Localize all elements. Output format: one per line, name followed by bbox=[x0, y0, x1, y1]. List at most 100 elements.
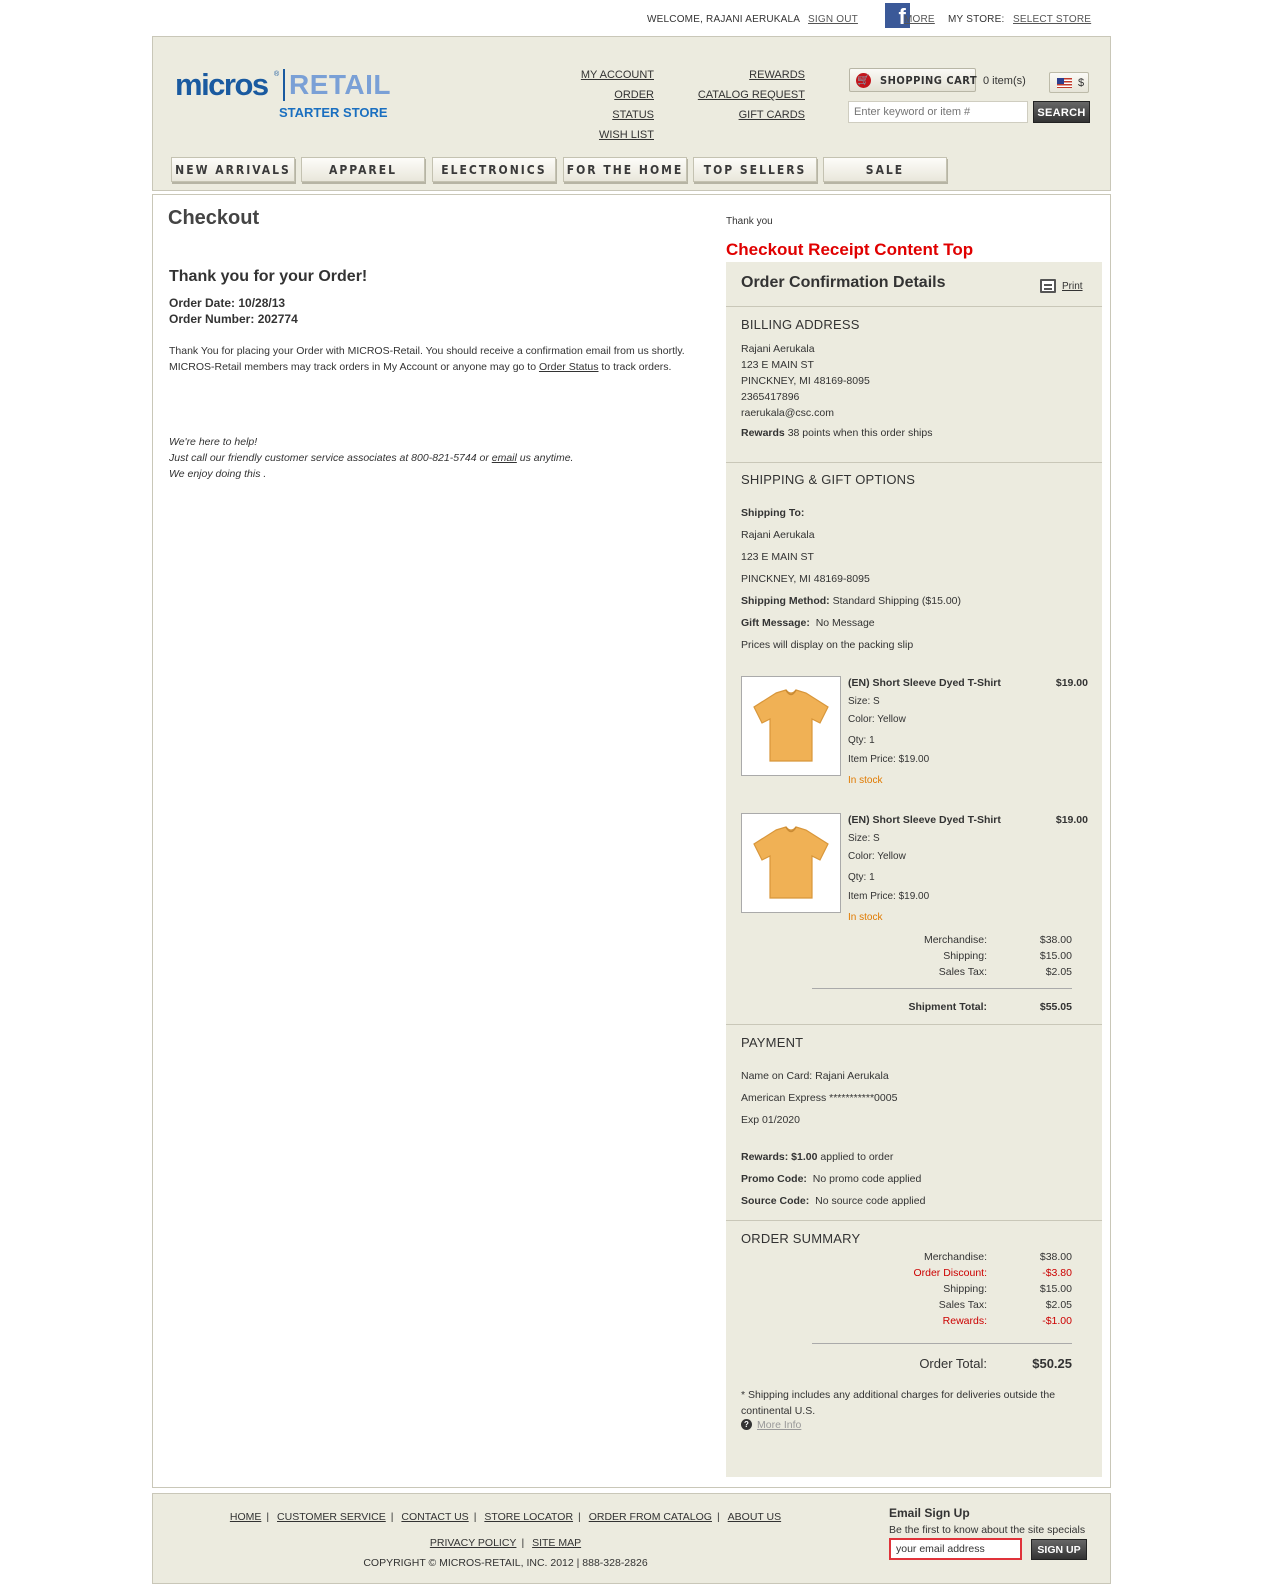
summary-shipping-value: $15.00 bbox=[1039, 1283, 1072, 1295]
divider bbox=[726, 462, 1102, 463]
email-signup-input[interactable] bbox=[889, 1538, 1022, 1560]
shipping-street: 123 E MAIN ST bbox=[741, 551, 814, 563]
source-code-value: No source code applied bbox=[815, 1195, 926, 1207]
summary-tax-label: Sales Tax: bbox=[938, 1299, 987, 1311]
prices-note: Prices will display on the packing slip bbox=[741, 639, 914, 651]
source-code: Source Code: No source code applied bbox=[741, 1195, 925, 1207]
currency-selector[interactable]: $ bbox=[1049, 72, 1089, 93]
footer-link-contact-us[interactable]: CONTACT US bbox=[401, 1511, 468, 1523]
summary-rewards-label: Rewards: bbox=[942, 1315, 987, 1327]
shipment-shipping-label: Shipping: bbox=[943, 950, 987, 962]
sign-up-button[interactable]: SIGN UP bbox=[1031, 1539, 1087, 1560]
gift-message-label: Gift Message: bbox=[741, 617, 810, 629]
divider bbox=[726, 306, 1102, 307]
order-status-link[interactable]: ORDER STATUS bbox=[578, 85, 654, 125]
card-expiry: Exp 01/2020 bbox=[741, 1114, 800, 1126]
cart-item-count: 0 item(s) bbox=[983, 75, 1026, 87]
payment-rewards-label: Rewards: $1.00 bbox=[741, 1151, 818, 1163]
order-confirmation-title: Order Confirmation Details bbox=[741, 274, 946, 291]
nav-tab-for-the-home[interactable]: FOR THE HOME bbox=[563, 157, 687, 182]
divider bbox=[726, 1220, 1102, 1221]
nav-tab-apparel[interactable]: APPAREL bbox=[301, 157, 425, 182]
rewards-link[interactable]: REWARDS bbox=[693, 65, 805, 85]
tshirt-product-image[interactable] bbox=[741, 676, 841, 776]
promo-code-label: Promo Code: bbox=[741, 1173, 807, 1185]
footer-link-privacy-policy[interactable]: PRIVACY POLICY bbox=[430, 1537, 517, 1549]
gift-cards-link[interactable]: GIFT CARDS bbox=[693, 105, 805, 125]
billing-street: 123 E MAIN ST bbox=[741, 359, 814, 371]
logo-micros: micros bbox=[175, 67, 269, 102]
total-divider bbox=[812, 988, 1072, 989]
billing-rewards: Rewards 38 points when this order ships bbox=[741, 427, 932, 439]
search-button[interactable]: SEARCH bbox=[1033, 101, 1090, 123]
item-color: Color: Yellow bbox=[848, 714, 906, 725]
shopping-cart-label: SHOPPING CART bbox=[880, 74, 978, 87]
item-unit-price: Item Price: $19.00 bbox=[848, 754, 930, 765]
help-line-2-post: us anytime. bbox=[516, 452, 574, 464]
order-total-value: $50.25 bbox=[1032, 1356, 1072, 1371]
email-signup-title: Email Sign Up bbox=[889, 1506, 970, 1520]
tshirt-product-image[interactable] bbox=[741, 813, 841, 913]
shipment-merch-value: $38.00 bbox=[1039, 934, 1072, 946]
shipping-note: * Shipping includes any additional charg… bbox=[741, 1389, 1056, 1417]
logo-retail: RETAIL bbox=[289, 69, 392, 100]
promo-code: Promo Code: No promo code applied bbox=[741, 1173, 921, 1185]
footer-link-store-locator[interactable]: STORE LOCATOR bbox=[484, 1511, 573, 1523]
order-date-label: Order Date: bbox=[169, 296, 236, 310]
shipment-merch-label: Merchandise: bbox=[923, 934, 987, 946]
shipping-city: PINCKNEY, MI 48169-8095 bbox=[741, 573, 870, 585]
name-on-card: Name on Card: Rajani Aerukala bbox=[741, 1070, 889, 1082]
wish-list-link[interactable]: WISH LIST bbox=[578, 125, 654, 145]
footer-link-home[interactable]: HOME bbox=[230, 1511, 262, 1523]
order-total-label: Order Total: bbox=[919, 1356, 987, 1371]
billing-phone: 2365417896 bbox=[741, 391, 800, 403]
order-status-inline-link[interactable]: Order Status bbox=[539, 361, 599, 373]
my-account-link[interactable]: MY ACCOUNT bbox=[578, 65, 654, 85]
footer-link-customer-service[interactable]: CUSTOMER SERVICE bbox=[277, 1511, 386, 1523]
payment-rewards-text: applied to order bbox=[820, 1151, 894, 1163]
gift-message-value: No Message bbox=[815, 617, 875, 629]
select-store-link[interactable]: SELECT STORE bbox=[1013, 14, 1091, 25]
divider bbox=[726, 1024, 1102, 1025]
shipping-gift-heading: SHIPPING & GIFT OPTIONS bbox=[741, 472, 916, 487]
gift-message: Gift Message: No Message bbox=[741, 617, 875, 629]
help-line-1: We're here to help! bbox=[169, 436, 258, 448]
nav-tab-electronics[interactable]: ELECTRONICS bbox=[432, 157, 556, 182]
summary-rewards-value: -$1.00 bbox=[1042, 1315, 1072, 1327]
summary-merch-value: $38.00 bbox=[1039, 1251, 1072, 1263]
printer-icon[interactable] bbox=[1040, 279, 1056, 293]
nav-tab-top-sellers[interactable]: TOP SELLERS bbox=[693, 157, 817, 182]
shipping-method: Shipping Method: Standard Shipping ($15.… bbox=[741, 595, 961, 607]
site-footer: HOME | CUSTOMER SERVICE | CONTACT US | STOR… bbox=[152, 1493, 1111, 1584]
item-qty: Qty: 1 bbox=[848, 735, 875, 746]
item-price-total: $19.00 bbox=[1055, 814, 1088, 826]
shopping-cart-button[interactable]: 🛒 SHOPPING CART bbox=[849, 68, 978, 92]
more-info-link[interactable]: More Info bbox=[757, 1419, 801, 1431]
logo-divider bbox=[283, 69, 285, 101]
billing-rewards-label: Rewards bbox=[741, 427, 785, 439]
footer-link-about-us[interactable]: ABOUT US bbox=[728, 1511, 781, 1523]
nav-tab-new-arrivals[interactable]: NEW ARRIVALS bbox=[171, 157, 295, 182]
payment-heading: PAYMENT bbox=[741, 1035, 804, 1050]
search-input[interactable] bbox=[848, 101, 1028, 123]
catalog-request-link[interactable]: CATALOG REQUEST bbox=[693, 85, 805, 105]
summary-discount-value: -$3.80 bbox=[1042, 1267, 1072, 1279]
nav-tab-sale[interactable]: SALE bbox=[823, 157, 947, 182]
email-link[interactable]: email bbox=[492, 452, 517, 464]
confirmation-line-2-post: to track orders. bbox=[598, 361, 672, 373]
help-icon[interactable]: ? bbox=[741, 1419, 752, 1430]
item-name[interactable]: (EN) Short Sleeve Dyed T-Shirt bbox=[848, 814, 1001, 826]
footer-link-site-map[interactable]: SITE MAP bbox=[532, 1537, 581, 1549]
sign-out-link[interactable]: SIGN OUT bbox=[808, 14, 858, 25]
item-qty: Qty: 1 bbox=[848, 872, 875, 883]
item-unit-price: Item Price: $19.00 bbox=[848, 891, 930, 902]
print-link[interactable]: Print bbox=[1062, 281, 1083, 292]
summary-discount-label: Order Discount: bbox=[913, 1267, 987, 1279]
welcome-text: WELCOME, RAJANI AERUKALA bbox=[647, 14, 801, 25]
item-name[interactable]: (EN) Short Sleeve Dyed T-Shirt bbox=[848, 677, 1001, 689]
email-signup-subtitle: Be the first to know about the site spec… bbox=[889, 1524, 1086, 1536]
shipping-to-label: Shipping To: bbox=[741, 507, 805, 519]
footer-link-order-from-catalog[interactable]: ORDER FROM CATALOG bbox=[589, 1511, 712, 1523]
total-divider bbox=[812, 1343, 1072, 1344]
more-link[interactable]: MORE bbox=[904, 14, 935, 25]
